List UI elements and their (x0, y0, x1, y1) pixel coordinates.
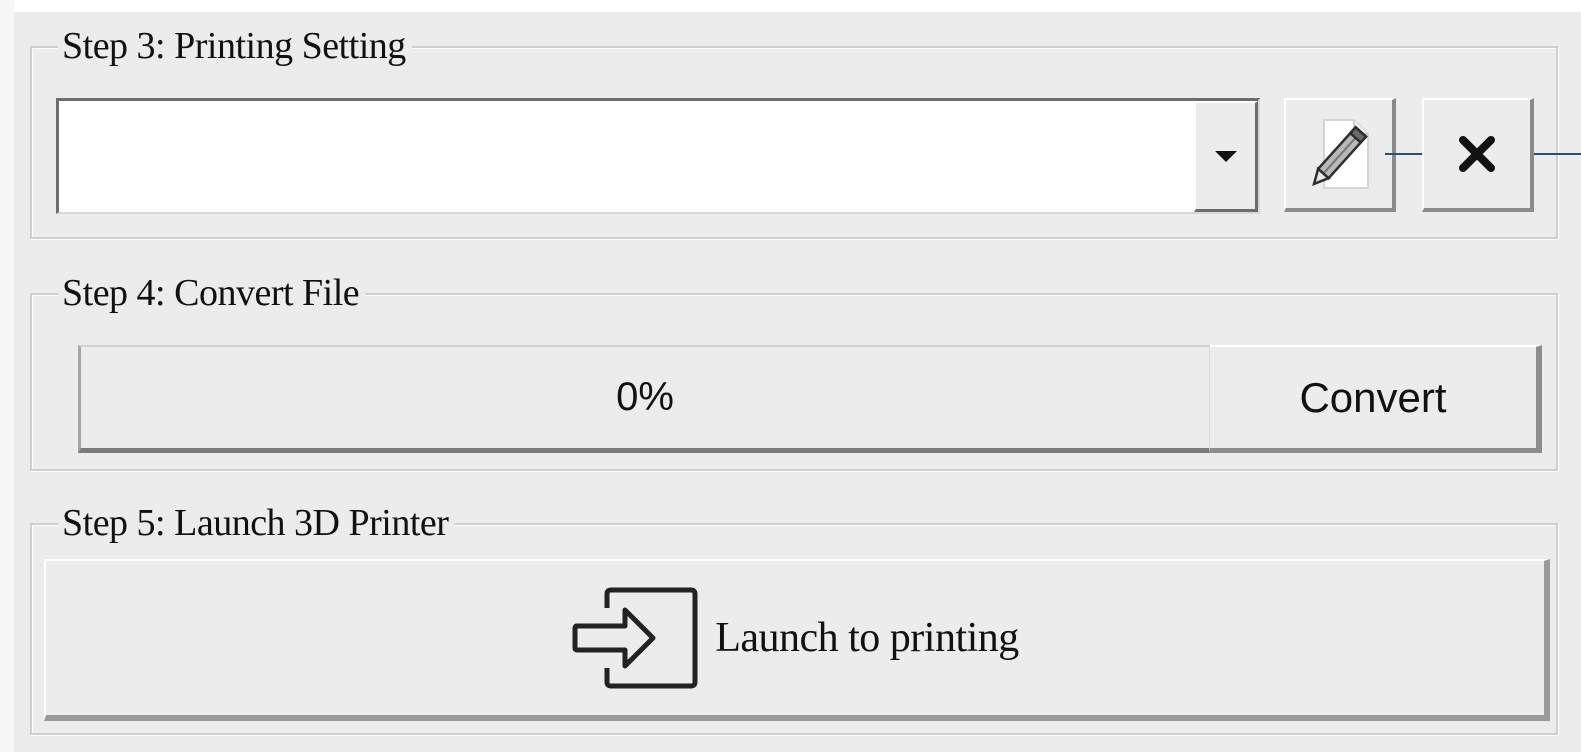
chevron-down-icon (1214, 150, 1237, 162)
convert-file-title: Step 4: Convert File (58, 269, 366, 317)
delete-setting-button[interactable] (1422, 98, 1534, 212)
printing-setting-dropdown[interactable] (56, 98, 1260, 214)
launch-printing-label: Launch to printing (715, 615, 1019, 661)
launch-printing-button[interactable]: Launch to printing (44, 559, 1550, 721)
top-edge (0, 0, 1581, 12)
launch-printer-group: Step 5: Launch 3D Printer Launch to prin… (30, 499, 1558, 735)
pencil-page-icon (1312, 119, 1369, 189)
convert-progress-bar: 0% (78, 345, 1210, 453)
printer-panel: Step 3: Printing Setting Step 4: Convert… (0, 0, 1581, 752)
progress-percent: 0% (616, 375, 674, 419)
edit-setting-button[interactable] (1284, 98, 1396, 212)
enter-arrow-icon (572, 587, 698, 689)
printing-setting-title: Step 3: Printing Setting (58, 22, 412, 70)
printing-setting-group: Step 3: Printing Setting (30, 22, 1581, 239)
convert-button[interactable]: Convert (1210, 345, 1542, 453)
convert-file-group: Step 4: Convert File 0% Convert (30, 269, 1558, 471)
dropdown-arrow-button[interactable] (1194, 101, 1258, 212)
left-edge (0, 0, 14, 752)
launch-printer-title: Step 5: Launch 3D Printer (58, 499, 455, 547)
close-x-icon (1459, 136, 1495, 172)
